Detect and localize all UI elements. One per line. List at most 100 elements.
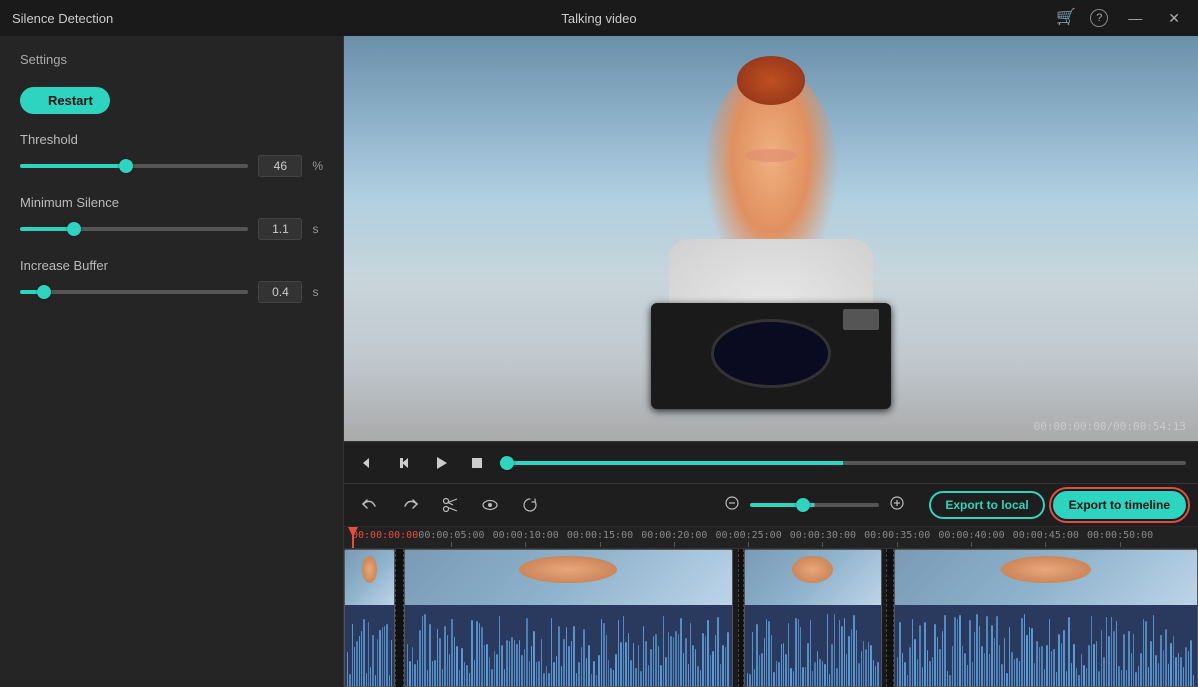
increase-buffer-label: Increase Buffer bbox=[20, 258, 323, 273]
clip-thumbnail bbox=[405, 550, 732, 605]
threshold-value[interactable] bbox=[258, 155, 302, 177]
threshold-slider-row: % bbox=[20, 155, 323, 177]
progress-slider[interactable] bbox=[500, 461, 1186, 465]
video-clip[interactable] bbox=[344, 549, 395, 687]
increase-buffer-unit: s bbox=[312, 285, 323, 299]
video-clip[interactable] bbox=[744, 549, 882, 687]
play-icon bbox=[434, 456, 448, 470]
silence-gap bbox=[395, 549, 404, 687]
increase-buffer-value[interactable] bbox=[258, 281, 302, 303]
main-content: Settings Restart Threshold % Minimum Sil… bbox=[0, 36, 1198, 687]
settings-label: Settings bbox=[20, 52, 323, 67]
view-button[interactable] bbox=[476, 492, 504, 518]
step-back-icon bbox=[398, 456, 412, 470]
zoom-in-button[interactable] bbox=[885, 493, 909, 518]
min-silence-group: Minimum Silence s bbox=[20, 195, 323, 240]
clip-thumbnail bbox=[895, 550, 1197, 605]
increase-buffer-slider-row: s bbox=[20, 281, 323, 303]
history-button[interactable] bbox=[516, 492, 544, 518]
export-local-button[interactable]: Export to local bbox=[929, 491, 1044, 519]
zoom-slider[interactable] bbox=[750, 503, 879, 507]
ruler-tick: 00:00:25:00 bbox=[715, 530, 781, 548]
cut-button[interactable] bbox=[436, 492, 464, 518]
threshold-slider[interactable] bbox=[20, 164, 248, 168]
stop-icon bbox=[470, 456, 484, 470]
close-button[interactable]: ✕ bbox=[1162, 8, 1186, 29]
cart-icon[interactable]: 🛒 bbox=[1056, 10, 1076, 26]
redo-button[interactable] bbox=[396, 492, 424, 518]
thumb-face-img bbox=[745, 550, 881, 605]
clip-audio bbox=[405, 605, 732, 687]
ruler-tick: 00:00:15:00 bbox=[567, 530, 633, 548]
min-silence-slider[interactable] bbox=[20, 227, 248, 231]
silence-gap bbox=[738, 549, 744, 687]
export-group: Export to local Export to timeline bbox=[929, 491, 1186, 519]
help-icon[interactable]: ? bbox=[1090, 9, 1108, 27]
clip-audio bbox=[745, 605, 881, 687]
video-clip[interactable] bbox=[894, 549, 1198, 687]
clip-audio bbox=[895, 605, 1197, 687]
ruler-tick: 00:00:35:00 bbox=[864, 530, 930, 548]
minimize-button[interactable]: — bbox=[1122, 8, 1148, 28]
waveform bbox=[895, 605, 1197, 687]
zoom-controls bbox=[720, 493, 909, 518]
threshold-unit: % bbox=[312, 159, 323, 173]
export-timeline-button[interactable]: Export to timeline bbox=[1053, 491, 1186, 519]
timeline-ruler: 00:00:00:00 00:00:05:00 00:00:10:00 00:0… bbox=[344, 527, 1198, 549]
zoom-out-button[interactable] bbox=[720, 493, 744, 518]
stop-button[interactable] bbox=[464, 452, 490, 474]
timeline-tracks bbox=[344, 549, 1198, 687]
thumb-face-img bbox=[405, 550, 732, 605]
undo-button[interactable] bbox=[356, 492, 384, 518]
threshold-group: Threshold % bbox=[20, 132, 323, 177]
eye-icon bbox=[481, 496, 499, 514]
cut-icon bbox=[441, 496, 459, 514]
timeline-area: 00:00:00:00 00:00:05:00 00:00:10:00 00:0… bbox=[344, 527, 1198, 687]
ruler-tick: 00:00:50:00 bbox=[1087, 530, 1153, 548]
left-panel: Settings Restart Threshold % Minimum Sil… bbox=[0, 36, 344, 687]
ruler-tick: 00:00:20:00 bbox=[641, 530, 707, 548]
min-silence-label: Minimum Silence bbox=[20, 195, 323, 210]
threshold-label: Threshold bbox=[20, 132, 323, 147]
video-placeholder bbox=[344, 36, 1198, 441]
clip-thumbnail bbox=[745, 550, 881, 605]
step-back-button[interactable] bbox=[392, 452, 418, 474]
window-controls: 🛒 ? — ✕ bbox=[1056, 8, 1186, 29]
min-silence-value[interactable] bbox=[258, 218, 302, 240]
rewind-button[interactable] bbox=[356, 452, 382, 474]
silence-gap bbox=[886, 549, 894, 687]
redo-icon bbox=[401, 496, 419, 514]
increase-buffer-slider[interactable] bbox=[20, 290, 248, 294]
video-clip[interactable] bbox=[404, 549, 733, 687]
zoom-in-icon bbox=[889, 495, 905, 511]
right-area: 00:00:00:00/00:00:54:13 bbox=[344, 36, 1198, 687]
waveform bbox=[745, 605, 881, 687]
clip-audio bbox=[345, 605, 394, 687]
ruler-tick: 00:00:40:00 bbox=[938, 530, 1004, 548]
titlebar: Silence Detection Talking video 🛒 ? — ✕ bbox=[0, 0, 1198, 36]
playback-bar bbox=[344, 441, 1198, 483]
thumb-face-img bbox=[345, 550, 394, 605]
video-timestamp: 00:00:00:00/00:00:54:13 bbox=[1034, 420, 1186, 433]
waveform bbox=[345, 605, 394, 687]
increase-buffer-group: Increase Buffer s bbox=[20, 258, 323, 303]
ruler-tick: 00:00:10:00 bbox=[493, 530, 559, 548]
thumb-face-img bbox=[895, 550, 1197, 605]
undo-icon bbox=[361, 496, 379, 514]
playhead[interactable] bbox=[352, 527, 354, 548]
waveform bbox=[405, 605, 732, 687]
play-button[interactable] bbox=[428, 452, 454, 474]
restart-section: Restart bbox=[20, 87, 323, 114]
ruler-tick: 00:00:30:00 bbox=[790, 530, 856, 548]
video-area: 00:00:00:00/00:00:54:13 bbox=[344, 36, 1198, 441]
restart-button[interactable]: Restart bbox=[20, 87, 110, 114]
timeline-toolbar: Export to local Export to timeline bbox=[344, 483, 1198, 527]
window-title: Talking video bbox=[561, 11, 636, 26]
clip-thumbnail bbox=[345, 550, 394, 605]
app-title: Silence Detection bbox=[12, 11, 113, 26]
min-silence-unit: s bbox=[312, 222, 323, 236]
rewind-icon bbox=[362, 456, 376, 470]
ruler-tick: 00:00:05:00 bbox=[418, 530, 484, 548]
ruler-tick: 00:00:45:00 bbox=[1013, 530, 1079, 548]
zoom-out-icon bbox=[724, 495, 740, 511]
